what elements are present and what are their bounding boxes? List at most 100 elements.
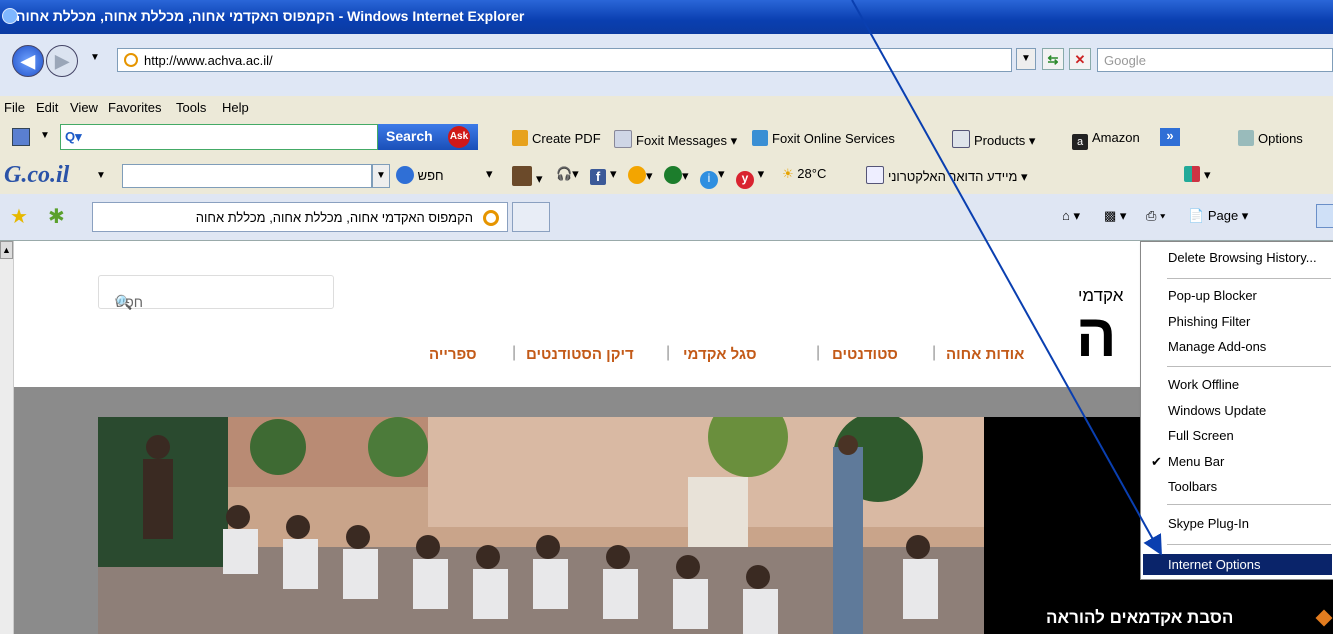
foxit-messages-button[interactable]: Foxit Messages ▾ [614,130,737,149]
stop-button[interactable]: ✕ [1069,48,1091,70]
tiles-icon[interactable]: ▾ [1184,166,1211,183]
menu-item-manage-addons[interactable]: Manage Add-ons [1168,339,1266,354]
nav-students[interactable]: סטודנטים [832,346,898,363]
tab-title: הקמפוס האקדמי אחוה, מכללת אחוה, מכללת אח… [195,210,473,225]
temperature-label: 28°C [797,166,827,181]
nav-academic-staff[interactable]: סגל אקדמי [683,346,757,363]
weather-sun-icon: ☀ [782,166,794,181]
refresh-button[interactable]: ⇆ [1042,48,1064,70]
amazon-button[interactable]: a Amazon [1072,130,1140,150]
walla-input-dropdown-icon[interactable]: ▼ [372,164,390,188]
print-button[interactable]: ⎙ ▾ [1146,208,1165,224]
menu-file[interactable]: File [4,100,25,115]
nav-about[interactable]: אודות אחוה [946,346,1024,363]
ask-search-button-label: Search [386,128,433,144]
products-button[interactable]: Products ▾ [952,130,1035,149]
feeds-button[interactable]: ▩ ▾ [1104,208,1126,224]
y-icon[interactable]: y ▾ [736,166,764,189]
site-logo-mark: ה [1076,302,1117,369]
menu-tools[interactable]: Tools [176,100,206,115]
home-button[interactable]: ⌂ ▾ [1062,208,1080,224]
walla-toolbar: G.co.il ▼ ▼ חפש ▾ ▾ 🎧▾ f ▾ ▾ ▾ i ▾ y ▾ ☀ 2… [0,158,1333,194]
more-chevron-icon[interactable]: » [1160,128,1180,146]
nav-separator: | [666,344,671,361]
menu-item-work-offline[interactable]: Work Offline [1168,377,1239,392]
forward-button[interactable]: ▶ [46,45,78,77]
toolbar-dropdown-icon[interactable]: ▼ [40,130,50,141]
pdf-icon [512,130,528,146]
menu-view[interactable]: View [70,100,98,115]
create-pdf-button[interactable]: Create PDF [512,130,601,146]
mail-info-label: מיידע הדואר האלקטרוני [888,169,1018,184]
nav-library[interactable]: ספרייה [429,346,477,363]
globe-icon[interactable]: ▾ [664,166,689,184]
menu-item-phishing-filter[interactable]: Phishing Filter [1168,314,1250,329]
walla-more-icon[interactable]: ▾ [486,166,493,182]
back-button[interactable]: ◀ [12,45,44,77]
tiles-logo-icon [1184,166,1200,182]
mail-notifier[interactable]: מיידע הדואר האלקטרוני ▾ [866,166,1028,185]
site-favicon-icon [124,53,138,67]
new-tab-button[interactable] [512,202,550,232]
news-headline[interactable]: הסבת אקדמאים להוראה [1046,608,1233,628]
walla-search-input[interactable] [122,164,372,188]
ask-toolbar: ▼ Q▾ Search Ask Create PDF Foxit Message… [0,118,1333,158]
menu-item-toolbars[interactable]: Toolbars [1168,479,1217,494]
menu-item-delete-history[interactable]: Delete Browsing History... [1168,250,1317,265]
weather-widget[interactable]: ☀ 28°C [782,166,826,182]
vertical-scrollbar[interactable] [0,241,14,634]
page-menu-button[interactable]: 📄 Page ▾ [1188,208,1248,224]
site-header [14,241,1333,387]
ask-search-button[interactable]: Search Ask [378,124,478,150]
menu-item-windows-update[interactable]: Windows Update [1168,403,1266,418]
walla-search-button[interactable]: חפש [396,166,444,184]
checkmark-icon: ✔ [1151,454,1162,469]
options-icon [1238,130,1254,146]
tools-context-menu: Delete Browsing History... Pop-up Blocke… [1140,241,1333,580]
favorites-star-icon[interactable]: ★ [10,204,28,229]
menu-separator [1167,366,1331,367]
online-services-icon [752,130,768,146]
tab-bar: ★ ✱ הקמפוס האקדמי אחוה, מכללת אחוה, מכלל… [0,194,1333,241]
facebook-icon[interactable]: f ▾ [590,166,617,185]
music-icon[interactable]: 🎧▾ [556,166,579,182]
search-icon: Q▾ [65,129,82,144]
menu-bar: File Edit View Favorites Tools Help [0,96,1333,118]
tab-achva[interactable]: הקמפוס האקדמי אחוה, מכללת אחוה, מכללת אח… [92,202,508,232]
menu-favorites[interactable]: Favorites [108,100,161,115]
walla-search-label: חפש [417,168,444,183]
site-search-input[interactable]: חפש 🔍 [98,275,334,310]
address-input[interactable]: http://www.achva.ac.il/ [117,48,1012,72]
video-icon[interactable]: ▾ [512,166,543,187]
messages-icon [614,130,632,148]
menu-edit[interactable]: Edit [36,100,58,115]
messenger-logo-icon [628,166,646,184]
edit-icon[interactable] [12,128,30,146]
foxit-online-button[interactable]: Foxit Online Services [752,130,895,146]
menu-item-full-screen[interactable]: Full Screen [1168,428,1234,443]
walla-brand-logo: G.co.il [4,162,70,188]
globe-logo-icon [664,166,682,184]
window-title: הקמפוס האקדמי אחוה, מכללת אחוה, מכללת אח… [16,8,525,24]
nav-dean-of-students[interactable]: דיקן הסטודנטים [526,346,634,363]
menu-item-popup-blocker[interactable]: Pop-up Blocker [1168,288,1257,303]
menu-item-menu-bar[interactable]: Menu Bar [1168,454,1224,469]
options-button[interactable]: Options [1238,130,1303,146]
menu-help[interactable]: Help [222,100,249,115]
add-favorite-icon[interactable]: ✱ [48,204,65,229]
info-icon[interactable]: i ▾ [700,166,725,189]
messenger-icon[interactable]: ▾ [628,166,653,184]
tools-menu-button[interactable] [1316,204,1333,228]
address-dropdown-icon[interactable]: ▼ [1016,48,1036,70]
nav-separator: | [816,344,821,361]
menu-item-skype-plugin[interactable]: Skype Plug-In [1168,516,1249,531]
recent-pages-dropdown-icon[interactable]: ▼ [90,52,100,63]
ask-search-input[interactable]: Q▾ [60,124,378,150]
menu-item-internet-options[interactable]: Internet Options [1168,557,1261,572]
amazon-icon: a [1072,134,1088,150]
scroll-up-button[interactable]: ▲ [0,241,13,259]
google-search-input[interactable]: Google [1097,48,1333,72]
walla-dropdown-icon[interactable]: ▼ [96,170,106,181]
video-thumb-icon [512,166,532,186]
foxit-online-label: Foxit Online Services [772,131,895,146]
